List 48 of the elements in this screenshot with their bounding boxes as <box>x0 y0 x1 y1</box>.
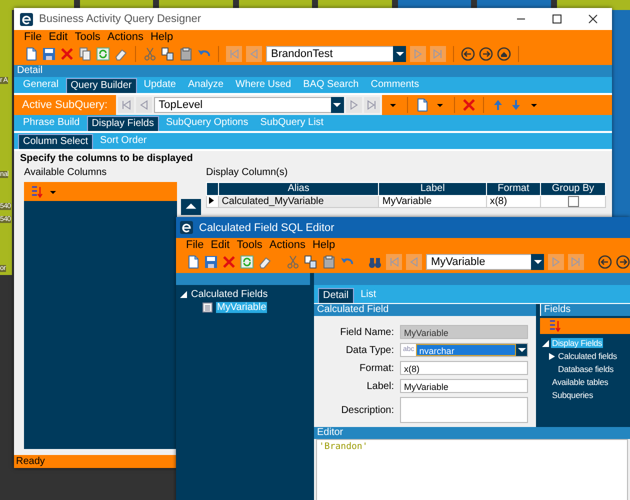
section-header: Fields <box>540 304 630 316</box>
table-cell: x(8) <box>486 196 541 208</box>
menu-item[interactable]: Edit <box>48 30 68 42</box>
tree-item[interactable]: Subqueries <box>551 390 594 400</box>
menu-item[interactable]: Help <box>312 238 336 250</box>
input-field[interactable]: x(8) <box>400 361 528 375</box>
field-label: Description: <box>340 404 394 416</box>
window-title: Calculated Field SQL Editor <box>199 222 336 234</box>
window-title: Business Activity Query Designer <box>39 13 202 25</box>
record-dropdown[interactable]: MyVariable <box>426 254 544 270</box>
column-header[interactable]: Alias <box>218 182 379 196</box>
menu-item[interactable]: Actions <box>269 238 306 250</box>
field-label: Active SubQuery: <box>22 99 108 111</box>
table-cell: Calculated_MyVariable <box>218 196 379 208</box>
record-dropdown[interactable]: BrandonTest <box>266 46 406 62</box>
instruction-text: Specify the columns to be displayed <box>20 153 194 165</box>
menu-item[interactable]: Help <box>150 30 174 42</box>
tab[interactable]: Detail <box>318 288 354 303</box>
field-label: Field Name: <box>339 326 394 338</box>
tab[interactable]: Display Fields <box>86 116 159 131</box>
tab[interactable]: Column Select <box>18 134 94 149</box>
section-header: Calculated Field <box>314 304 536 316</box>
field-label: Format: <box>358 362 394 374</box>
dropdown-value: nvarchar <box>416 344 516 356</box>
tree-item[interactable]: Calculated fields <box>557 351 618 361</box>
record-dropdown[interactable]: TopLevel <box>154 97 344 113</box>
menu-item[interactable]: File <box>24 30 42 42</box>
column-header[interactable]: Group By <box>540 182 606 196</box>
tree-item[interactable]: Database fields <box>557 364 615 374</box>
tab[interactable]: Query Builder <box>66 78 137 93</box>
tree-item[interactable]: Available tables <box>551 377 610 387</box>
menu-item[interactable]: Edit <box>210 238 230 250</box>
field-label: Data Type: <box>344 344 394 356</box>
table-cell: MyVariable <box>378 196 486 208</box>
menu-item[interactable]: Tools <box>74 30 100 42</box>
panel-label: Display Column(s) <box>206 166 289 180</box>
column-header[interactable]: Format <box>486 182 541 196</box>
input-field[interactable]: MyVariable <box>400 379 528 393</box>
input-field[interactable]: MyVariable <box>400 325 528 339</box>
tree-item[interactable]: Calculated Fields <box>190 288 269 300</box>
field-label: Label: <box>366 380 394 392</box>
column-header[interactable]: Label <box>378 182 486 196</box>
menu-item[interactable]: Actions <box>107 30 144 42</box>
menu-item[interactable]: Tools <box>236 238 262 250</box>
panel-label: Available Columns <box>24 166 108 180</box>
section-header: Detail <box>14 65 612 77</box>
menu-item[interactable]: File <box>186 238 204 250</box>
section-header: Editor <box>314 427 630 439</box>
